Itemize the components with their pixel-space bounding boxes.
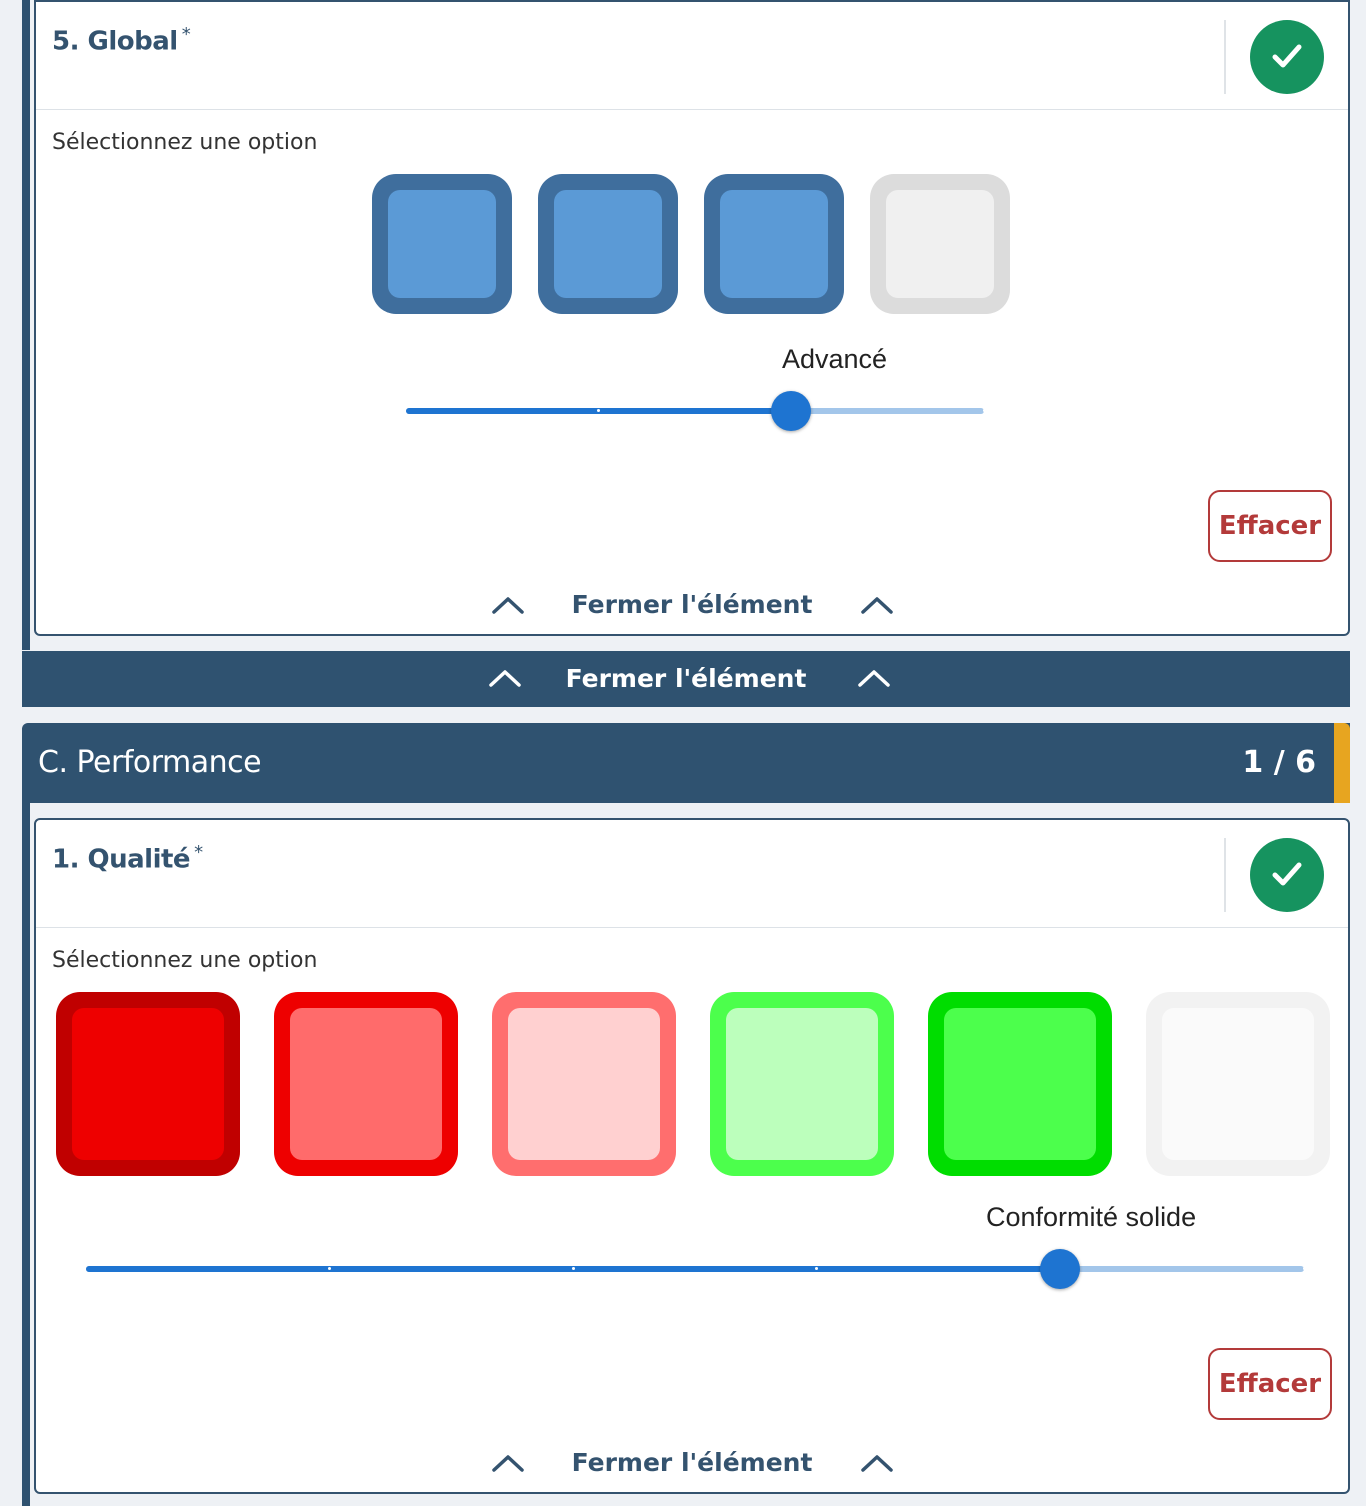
- chevron-up-icon: [861, 1455, 893, 1472]
- chevron-up-icon: [861, 597, 893, 614]
- question-title: 5. Global *: [52, 24, 191, 57]
- clear-button[interactable]: Effacer: [1208, 490, 1332, 562]
- section-rail: [22, 802, 30, 1506]
- completed-check-icon: [1250, 20, 1324, 94]
- rating-slider[interactable]: [86, 1249, 1306, 1289]
- question-title: 1. Qualité *: [52, 842, 203, 875]
- required-marker: *: [194, 842, 203, 863]
- question-card-global: 5. Global * Sélectionnez une option Advan…: [34, 0, 1350, 636]
- chevron-up-icon: [858, 670, 890, 687]
- section-progress-count: 1 / 6: [1242, 745, 1316, 780]
- clear-button[interactable]: Effacer: [1208, 1348, 1332, 1420]
- completed-check-icon: [1250, 838, 1324, 912]
- section-header[interactable]: C. Performance 1 / 6: [22, 723, 1350, 803]
- close-item-button[interactable]: Fermer l'élément: [36, 590, 1348, 630]
- rating-option-1[interactable]: [372, 174, 512, 314]
- question-header: 1. Qualité *: [36, 820, 1348, 928]
- slider-value-label: Conformité solide: [986, 1202, 1197, 1232]
- select-prompt: Sélectionnez une option: [52, 948, 318, 973]
- close-item-button[interactable]: Fermer l'élément: [36, 1448, 1348, 1488]
- rating-option-2[interactable]: [274, 992, 458, 1176]
- close-item-label: Fermer l'élément: [571, 590, 813, 619]
- rating-option-3[interactable]: [492, 992, 676, 1176]
- close-group-label: Fermer l'élément: [565, 664, 807, 693]
- rating-option-1[interactable]: [56, 992, 240, 1176]
- rating-option-4[interactable]: [870, 174, 1010, 314]
- question-header: 5. Global *: [36, 2, 1348, 110]
- slider-thumb[interactable]: [1040, 1249, 1081, 1289]
- section-title: C. Performance: [38, 745, 262, 780]
- rating-option-5[interactable]: [928, 992, 1112, 1176]
- required-marker: *: [181, 24, 191, 45]
- section-status-accent: [1334, 723, 1350, 803]
- slider-tick: [1302, 1267, 1306, 1270]
- close-group-button[interactable]: Fermer l'élément: [22, 651, 1350, 707]
- rating-option-2[interactable]: [538, 174, 678, 314]
- slider-value-label: Advancé: [782, 344, 888, 374]
- rating-option-3[interactable]: [704, 174, 844, 314]
- section-rail: [22, 0, 30, 650]
- rating-option-6[interactable]: [1146, 992, 1330, 1176]
- question-card-quality: 1. Qualité * Sélectionnez une option Conf…: [34, 818, 1350, 1494]
- header-divider: [1224, 20, 1226, 94]
- slider-tick: [571, 1267, 575, 1270]
- rating-slider[interactable]: [406, 391, 986, 431]
- rating-option-4[interactable]: [710, 992, 894, 1176]
- header-divider: [1224, 838, 1226, 912]
- slider-tick: [982, 409, 986, 412]
- select-prompt: Sélectionnez une option: [52, 130, 318, 155]
- close-item-label: Fermer l'élément: [571, 1448, 813, 1477]
- slider-thumb[interactable]: [771, 391, 812, 431]
